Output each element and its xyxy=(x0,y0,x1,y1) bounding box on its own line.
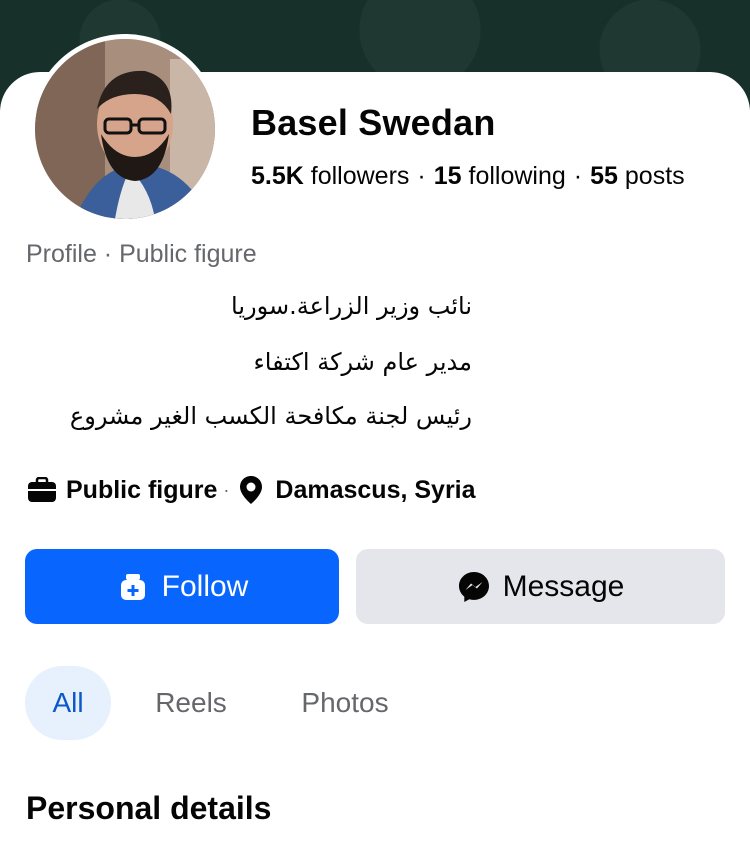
follow-label: Follow xyxy=(161,569,249,603)
following-label[interactable]: following xyxy=(469,162,566,190)
personal-details-title: Personal details xyxy=(26,790,272,826)
location-pin-icon xyxy=(235,474,267,506)
stats-separator: · xyxy=(573,162,583,190)
profile-stats: 5.5K followers · 15 following · 55 posts xyxy=(251,162,685,191)
public-figure-label: Public figure xyxy=(66,475,218,504)
following-count[interactable]: 15 xyxy=(434,162,462,190)
briefcase-icon xyxy=(26,474,58,506)
followers-count[interactable]: 5.5K xyxy=(251,162,304,190)
messenger-icon xyxy=(457,570,491,604)
avatar[interactable] xyxy=(30,34,220,224)
profile-category: Profile · Public figure xyxy=(26,240,257,268)
bio-line: رئيس لجنة مكافحة الكسب الغير مشروع xyxy=(69,402,472,430)
meta-separator: · xyxy=(223,479,230,500)
avatar-portrait-icon xyxy=(35,39,215,219)
follow-button[interactable]: Follow xyxy=(25,549,339,624)
message-button[interactable]: Message xyxy=(356,549,725,624)
followers-label[interactable]: followers xyxy=(311,162,410,190)
location-label[interactable]: Damascus, Syria xyxy=(275,476,475,505)
stats-separator: · xyxy=(417,162,426,190)
avatar-photo xyxy=(35,39,215,219)
posts-label: posts xyxy=(624,162,685,190)
message-label: Message xyxy=(502,569,625,603)
follow-icon xyxy=(116,570,150,604)
tab-all[interactable]: All xyxy=(25,666,111,740)
profile-name: Basel Swedan xyxy=(251,102,496,143)
bio-line: نائب وزير الزراعة.سوريا xyxy=(231,292,472,320)
bio-line: مدير عام شركة اكتفاء xyxy=(253,348,472,376)
profile-meta: Public figure · Damascus, Syria xyxy=(26,474,476,506)
tab-photos[interactable]: Photos xyxy=(282,666,408,740)
posts-count: 55 xyxy=(590,162,618,190)
tab-reels[interactable]: Reels xyxy=(140,666,242,740)
